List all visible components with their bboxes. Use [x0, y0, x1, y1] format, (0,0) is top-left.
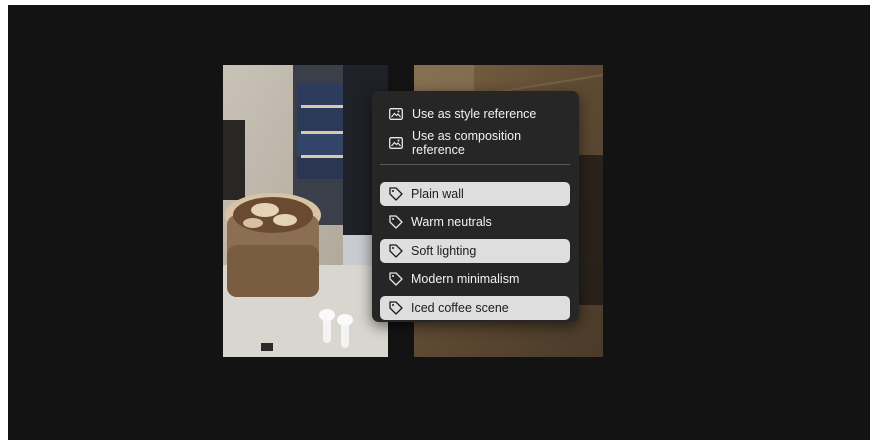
image-icon: [389, 137, 403, 149]
tag-warm-neutrals[interactable]: Warm neutrals: [380, 210, 570, 234]
tag-icon: [389, 301, 403, 315]
context-menu: Use as style reference Use as compositio…: [372, 91, 579, 322]
tag-label: Iced coffee scene: [411, 301, 509, 315]
use-as-style-reference-item[interactable]: Use as style reference: [380, 101, 571, 127]
tag-modern-minimalism[interactable]: Modern minimalism: [380, 267, 570, 291]
tag-label: Modern minimalism: [411, 272, 520, 286]
tag-icon: [389, 272, 403, 286]
iced-coffee-photo[interactable]: [223, 65, 388, 357]
tag-soft-lighting[interactable]: Soft lighting: [380, 239, 570, 263]
tag-icon: [389, 244, 403, 258]
tag-label: Plain wall: [411, 187, 464, 201]
menu-item-label: Use as style reference: [412, 107, 537, 121]
tag-icon: [389, 215, 403, 229]
tag-plain-wall[interactable]: Plain wall: [380, 182, 570, 206]
menu-divider: [380, 164, 570, 165]
tag-iced-coffee-scene[interactable]: Iced coffee scene: [380, 296, 570, 320]
use-as-composition-reference-item[interactable]: Use as composition reference: [380, 129, 571, 157]
image-icon: [389, 108, 403, 120]
tag-label: Soft lighting: [411, 244, 477, 258]
canvas-area: Use as style reference Use as compositio…: [8, 5, 870, 440]
menu-item-label: Use as composition reference: [412, 129, 522, 157]
tag-label: Warm neutrals: [411, 215, 492, 229]
tag-icon: [389, 187, 403, 201]
